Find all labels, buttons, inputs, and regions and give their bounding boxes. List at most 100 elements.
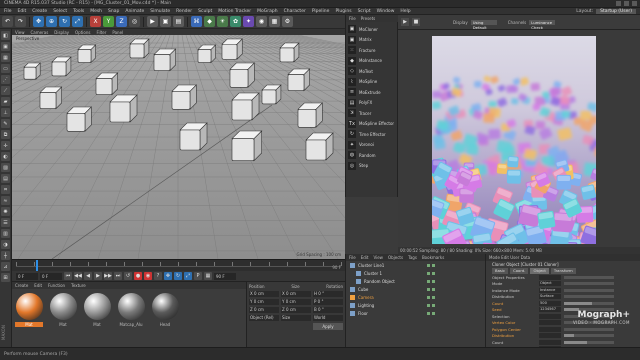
display-select[interactable]: Using Default [470,19,497,30]
viewport-cube[interactable] [279,42,300,63]
coordinate-field[interactable]: Size [281,315,311,321]
visibility-dot[interactable] [432,287,435,291]
object-menu-file[interactable]: File [349,255,356,260]
timeline[interactable]: 90 F [12,259,345,271]
solo-icon[interactable]: ◐ [1,152,10,161]
object-row[interactable]: Random Object [346,277,485,285]
material-preview-ball[interactable] [49,293,77,320]
key-scale-icon[interactable]: ⤢ [184,272,192,280]
object-menu-edit[interactable]: Edit [361,255,369,260]
viewport-cube[interactable] [261,84,282,105]
palette-item-moinstance[interactable]: ◆ MoInstance [346,56,397,67]
visibility-dot[interactable] [427,271,430,275]
object-visibility-flags[interactable] [427,279,435,283]
object-visibility-flags[interactable] [427,263,435,267]
viewport-cube[interactable] [66,106,93,133]
light-icon[interactable]: ⚙ [282,16,293,27]
next-frame-icon[interactable]: ▶▶ [104,272,112,280]
key-pla-icon[interactable]: ▦ [204,272,212,280]
object-row[interactable]: Cube [346,285,485,293]
palette-item-polyfx[interactable]: ▤ PolyFX [346,98,397,109]
cube-icon[interactable]: ⌘ [191,16,202,27]
menu-item-simulate[interactable]: Simulate [150,9,170,14]
attribute-slider[interactable] [564,301,614,305]
viewport-cube[interactable] [95,72,119,96]
autokey-icon[interactable]: ◉ [144,272,152,280]
viewport-scene[interactable] [12,35,345,259]
layers-icon[interactable]: ☰ [1,218,10,227]
timeline-ruler[interactable] [16,262,342,267]
coordinate-field[interactable]: Y 0 cm [249,299,279,305]
viewport-menu-options[interactable]: Options [75,30,90,35]
viewport-cube[interactable] [221,38,243,60]
menu-item-create[interactable]: Create [32,9,47,14]
palette-item-motext[interactable]: ◇ MoText [346,66,397,77]
material-menu-create[interactable]: Create [15,283,28,288]
menu-item-help[interactable]: Help [400,9,410,14]
object-row[interactable]: Camera [346,293,485,301]
palette-item-tracer[interactable]: ꓘ Tracer [346,108,397,119]
object-menu-bookmarks[interactable]: Bookmarks [422,255,444,260]
attribute-value[interactable] [539,326,561,332]
attribute-value[interactable]: Object [539,281,561,287]
menu-item-sculpt[interactable]: Sculpt [198,9,212,14]
coordinate-field[interactable]: B 0 ° [313,307,343,313]
quantize-icon[interactable]: ⌗ [1,185,10,194]
object-visibility-flags[interactable] [427,271,435,275]
undo-icon[interactable]: ↶ [2,16,13,27]
viewport-cube[interactable] [229,62,256,89]
material-menu-edit[interactable]: Edit [34,283,42,288]
attribute-tab-basic[interactable]: Basic [492,268,509,274]
material-swatch[interactable]: Mat [83,293,111,343]
viewport-cube[interactable] [51,56,72,77]
rotate-icon[interactable]: ↻ [59,16,70,27]
viewport-cube[interactable] [109,94,138,123]
points-mode-icon[interactable]: ⋰ [1,75,10,84]
goto-end-icon[interactable]: ⏭ [114,272,122,280]
guide-icon[interactable]: ┼ [1,251,10,260]
visibility-dot[interactable] [432,279,435,283]
palette-item-random[interactable]: ◍ Random [346,150,397,161]
attribute-slider[interactable] [564,334,614,338]
start-frame-field[interactable]: 0 F [16,272,38,280]
menu-item-motion-tracker[interactable]: Motion Tracker [218,9,251,14]
y-axis-icon[interactable]: Y [103,16,114,27]
viewport-menu-view[interactable]: View [15,30,25,35]
tweak-mode-icon[interactable]: ✎ [1,119,10,128]
planar-workplane-icon[interactable]: ▤ [1,174,10,183]
viewport-menu-cameras[interactable]: Cameras [31,30,49,35]
palette-item-time-effector[interactable]: ↻ Time Effector [346,129,397,140]
menu-item-render[interactable]: Render [176,9,192,14]
attribute-tab-coord[interactable]: Coord. [510,268,529,274]
attribute-tab-transform[interactable]: Transform [550,268,576,274]
workplane-icon[interactable]: ▭ [1,64,10,73]
render-view-icon[interactable]: ▶ [147,16,158,27]
viewport-cube[interactable] [171,84,198,111]
coordinate-field[interactable]: Z 0 cm [249,307,279,313]
palette-menu-file[interactable]: File [349,16,356,21]
viewport-cube[interactable] [231,92,260,121]
visibility-dot[interactable] [427,311,430,315]
palette-item-voronoi[interactable]: ✦ Voronoi [346,140,397,151]
coordinates-icon[interactable]: ⊞ [1,273,10,282]
attribute-slider[interactable] [564,340,614,344]
visibility-dot[interactable] [427,279,430,283]
viewport-cube[interactable] [197,44,217,64]
current-frame-field[interactable]: 0 F [40,272,62,280]
viewport-solo-icon[interactable]: ◑ [1,240,10,249]
palette-item-step[interactable]: ◎ Step [346,161,397,172]
object-visibility-flags[interactable] [427,311,435,315]
object-menu-objects[interactable]: Objects [388,255,403,260]
material-swatch[interactable]: Head [151,293,179,343]
menu-item-window[interactable]: Window [377,9,395,14]
coordinate-field[interactable]: Object (Rel) [249,315,279,321]
material-menu-function[interactable]: Function [48,283,65,288]
3d-viewport[interactable]: Perspective Grid Spacing : 100 cm [12,35,345,259]
attribute-slider[interactable] [564,282,614,286]
polygons-mode-icon[interactable]: ▰ [1,97,10,106]
end-frame-field[interactable]: 90 F [214,272,236,280]
viewport-cube[interactable] [153,48,177,72]
cloner-icon[interactable]: ✿ [230,16,241,27]
visibility-dot[interactable] [432,295,435,299]
attribute-value[interactable]: 1234567 [539,307,561,313]
